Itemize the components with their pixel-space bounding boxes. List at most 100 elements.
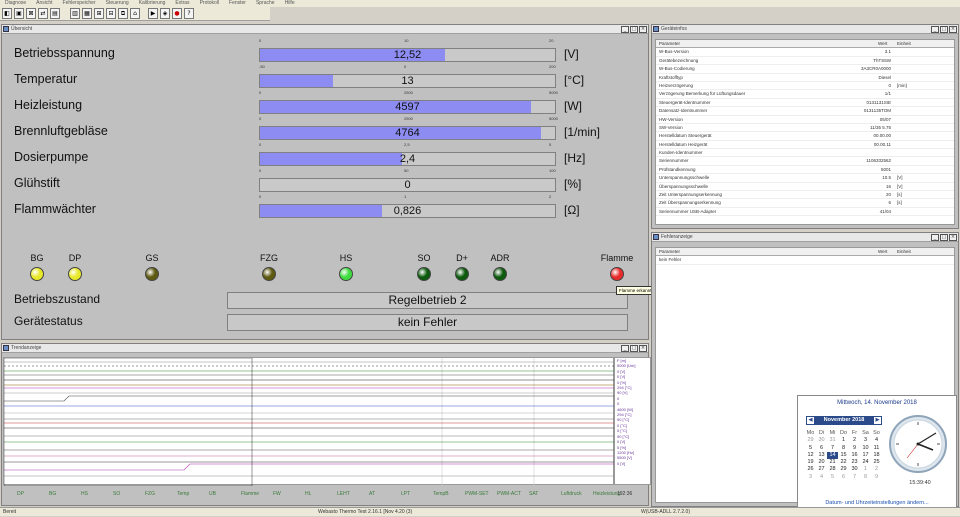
calendar-day[interactable]: 23 — [849, 459, 860, 466]
calendar-day[interactable]: 18 — [871, 452, 882, 459]
table-row[interactable]: Kraftstofftyp Diesel — [656, 74, 954, 82]
calendar-day[interactable]: 4 — [816, 474, 827, 481]
grid-icon[interactable]: ⊞ — [94, 8, 104, 19]
menu-item[interactable]: Steuerung — [106, 0, 129, 6]
menu-item[interactable]: Ansicht — [36, 0, 52, 6]
calendar-day[interactable]: 6 — [838, 474, 849, 481]
table-row[interactable]: Datensatz-Identnummer 0131135TOM — [656, 107, 954, 116]
trend-channel-label[interactable]: SAT — [529, 491, 538, 497]
column-header[interactable]: Einheit — [897, 41, 911, 46]
calendar-day[interactable]: 26 — [805, 466, 816, 473]
settings-icon[interactable]: ◈ — [160, 8, 170, 19]
trend-channel-label[interactable]: HL — [305, 491, 311, 497]
calendar-day[interactable]: 16 — [849, 452, 860, 459]
calendar-day[interactable]: 24 — [860, 459, 871, 466]
table-row[interactable]: Verzögerung Bemerkung für Lüftungsdauer 1… — [656, 90, 954, 99]
table-row[interactable]: Steuergerät-Identnummer 0131131SIE — [656, 99, 954, 108]
table-row[interactable]: W-Bus-Codierung 3A3CR0A0000 — [656, 65, 954, 74]
menu-item[interactable]: Protokoll — [200, 0, 219, 6]
windows-icon[interactable]: ⧉ — [118, 8, 128, 19]
minimize-button[interactable]: _ — [931, 26, 939, 33]
calendar-day[interactable]: 17 — [860, 452, 871, 459]
close-button[interactable]: × — [949, 26, 957, 33]
calendar-day[interactable]: 29 — [805, 437, 816, 444]
trend-channel-label[interactable]: AT — [369, 491, 375, 497]
stop-icon[interactable]: ⊠ — [26, 8, 36, 19]
menu-item[interactable]: Diagnose — [5, 0, 26, 6]
calendar-day[interactable]: 12 — [805, 452, 816, 459]
maximize-button[interactable]: □ — [940, 234, 948, 241]
minimize-button[interactable]: _ — [931, 234, 939, 241]
table-row[interactable]: Seriennummer USB-Adapter 41/04 — [656, 208, 954, 217]
calendar-day[interactable]: 10 — [860, 445, 871, 452]
trend-channel-label[interactable]: PWM-ACT — [497, 491, 521, 497]
calendar-day[interactable]: 7 — [849, 474, 860, 481]
menu-item[interactable]: Fenster — [229, 0, 246, 6]
table-row[interactable]: Unterspannungsschwelle 10.5 [V] — [656, 174, 954, 183]
calendar-day[interactable]: 13 — [816, 452, 827, 459]
trend-channel-label[interactable]: FZG — [145, 491, 155, 497]
minimize-button[interactable]: _ — [621, 26, 629, 33]
calendar-day[interactable]: 1 — [838, 437, 849, 444]
calendar-day[interactable]: 9 — [849, 445, 860, 452]
column-header[interactable]: Einheit — [897, 249, 911, 254]
table-row[interactable]: SW-Version 11/35 5.75 — [656, 124, 954, 133]
calendar-day[interactable]: 2 — [849, 437, 860, 444]
trend-channel-label[interactable]: DP — [17, 491, 24, 497]
disconnect-icon[interactable]: ▣ — [14, 8, 24, 19]
home-icon[interactable]: ⌂ — [130, 8, 140, 19]
prev-month-button[interactable]: ◀ — [807, 417, 814, 424]
trend-channel-label[interactable]: FW — [273, 491, 281, 497]
calendar-day[interactable]: 7 — [827, 445, 838, 452]
calendar-day[interactable]: 8 — [860, 474, 871, 481]
trend-channel-label[interactable]: TempB — [433, 491, 449, 497]
trend-channel-label[interactable]: SO — [113, 491, 120, 497]
column-header[interactable]: Wert — [878, 41, 887, 46]
table-row[interactable]: Seriennummer 1106332562 — [656, 157, 954, 166]
table-row[interactable]: Kunden-Identnummer — [656, 149, 954, 158]
close-button[interactable]: × — [949, 234, 957, 241]
close-button[interactable]: × — [639, 345, 647, 352]
trend-channel-label[interactable]: HS — [81, 491, 88, 497]
menu-item[interactable]: Kalibrierung — [139, 0, 166, 6]
calendar-day[interactable]: 30 — [849, 466, 860, 473]
calendar-day[interactable]: 4 — [871, 437, 882, 444]
table-row[interactable]: Heizverzögerung 0 [min] — [656, 82, 954, 91]
record-icon[interactable]: ● — [172, 8, 182, 19]
table-row[interactable]: W-Bus-Version 3.1 — [656, 48, 954, 57]
calendar-day[interactable]: 6 — [816, 445, 827, 452]
calendar-day[interactable]: 27 — [816, 466, 827, 473]
calendar-day[interactable]: 15 — [838, 452, 849, 459]
calendar-day[interactable]: 11 — [871, 445, 882, 452]
menu-item[interactable]: Hilfe — [285, 0, 295, 6]
view1-icon[interactable]: ▤ — [50, 8, 60, 19]
maximize-button[interactable]: □ — [630, 26, 638, 33]
transfer-icon[interactable]: ⇄ — [38, 8, 48, 19]
connect-icon[interactable]: ◧ — [2, 8, 12, 19]
column-header[interactable]: Parameter — [659, 249, 680, 254]
calendar-day[interactable]: 8 — [838, 445, 849, 452]
maximize-button[interactable]: □ — [940, 26, 948, 33]
maximize-button[interactable]: □ — [630, 345, 638, 352]
trend-channel-label[interactable]: Flamme — [241, 491, 259, 497]
trend-channel-label[interactable]: UB — [209, 491, 216, 497]
calendar-day[interactable]: 31 — [827, 437, 838, 444]
table-row[interactable]: Zeit Unterspannungserkennung 20 [s] — [656, 191, 954, 200]
table-row[interactable]: Prüfstandkennung 5001 — [656, 166, 954, 175]
trend-channel-label[interactable]: BG — [49, 491, 56, 497]
view2-icon[interactable]: ▥ — [70, 8, 80, 19]
table-row[interactable]: HW-Version 05/07 — [656, 116, 954, 124]
trend-channel-label[interactable]: Luftdruck — [561, 491, 582, 497]
calendar-day[interactable]: 20 — [816, 459, 827, 466]
calendar-day[interactable]: 1 — [860, 466, 871, 473]
table-row[interactable]: Überspannungsschwelle 16 [V] — [656, 183, 954, 192]
table-row[interactable]: Herstelldatum Steuergerät 00.00.00 — [656, 132, 954, 141]
minimize-button[interactable]: _ — [621, 345, 629, 352]
menu-item[interactable]: Sprache — [256, 0, 275, 6]
trend-plot[interactable] — [3, 357, 615, 486]
table-row[interactable]: Gerätebezeichnung ThTS5W — [656, 57, 954, 66]
column-header[interactable]: Parameter — [659, 41, 680, 46]
calendar-day[interactable]: 28 — [827, 466, 838, 473]
trend-channel-label[interactable]: PWM-SET — [465, 491, 489, 497]
calendar-day[interactable]: 9 — [871, 474, 882, 481]
